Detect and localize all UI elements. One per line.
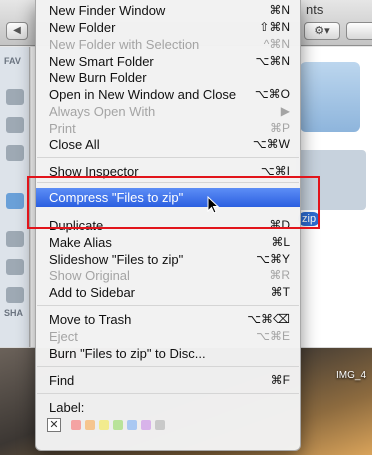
highlight-annotation-box [27, 176, 320, 229]
menu-item-shortcut: ⌥⌘O [254, 87, 290, 101]
menu-item-label: New Folder with Selection [49, 37, 200, 52]
menu-item-shortcut: ⌥⌘W [252, 137, 290, 151]
window-title-fragment: nts [306, 2, 324, 17]
menu-item-print: Print ⌘P [36, 120, 300, 137]
menu-item-shortcut: ^⌘N [263, 37, 290, 51]
submenu-arrow-icon: ▶ [280, 104, 290, 118]
menu-item-shortcut: ⌥⌘E [256, 329, 290, 343]
menu-item-shortcut: ⌘L [271, 235, 290, 249]
menu-item-label: Print [49, 121, 76, 136]
sidebar-shared-label: SHA [4, 308, 24, 318]
mouse-pointer-icon [207, 196, 220, 214]
menu-item-new-folder[interactable]: New Folder ⇧⌘N [36, 19, 300, 36]
sidebar-item-icon[interactable] [6, 231, 24, 247]
menu-separator [37, 393, 299, 394]
menu-item-label: Find [49, 373, 75, 388]
menu-item-slideshow[interactable]: Slideshow "Files to zip" ⌥⌘Y [36, 251, 300, 268]
sidebar-item-icon[interactable] [6, 287, 24, 303]
menu-item-shortcut: ⌘R [269, 268, 290, 282]
menu-item-new-smart-folder[interactable]: New Smart Folder ⌥⌘N [36, 53, 300, 70]
label-green-swatch[interactable] [113, 420, 123, 430]
menu-item-make-alias[interactable]: Make Alias ⌘L [36, 234, 300, 251]
label-none-swatch[interactable]: ✕ [47, 418, 61, 432]
menu-separator [37, 366, 299, 367]
menu-item-shortcut: ⌥⌘Y [256, 252, 290, 266]
menu-item-shortcut: ⇧⌘N [259, 20, 290, 34]
menu-item-new-folder-with-selection: New Folder with Selection ^⌘N [36, 36, 300, 53]
menu-item-label: Eject [49, 329, 78, 344]
menu-item-label: New Finder Window [49, 3, 166, 18]
back-button[interactable]: ◀ [6, 22, 28, 40]
menu-item-close-all[interactable]: Close All ⌥⌘W [36, 136, 300, 153]
finder-sidebar [0, 47, 30, 347]
sidebar-favorites-label: FAV [4, 56, 21, 66]
sidebar-item-icon[interactable] [6, 117, 24, 133]
menu-item-label: Close All [49, 137, 100, 152]
desktop-file-label[interactable]: IMG_4 [336, 370, 366, 381]
folder-icon[interactable] [300, 62, 360, 132]
label-blue-swatch[interactable] [127, 420, 137, 430]
sidebar-item-icon[interactable] [6, 89, 24, 105]
menu-separator [37, 305, 299, 306]
label-heading: Label: [49, 400, 85, 415]
menu-item-shortcut: ⌘P [269, 121, 290, 135]
label-purple-swatch[interactable] [141, 420, 151, 430]
menu-item-new-burn-folder[interactable]: New Burn Folder [36, 69, 300, 86]
menu-item-always-open-with: Always Open With ▶ [36, 103, 300, 120]
menu-item-label: New Folder [49, 20, 116, 35]
label-orange-swatch[interactable] [85, 420, 95, 430]
sidebar-item-icon[interactable] [6, 193, 24, 209]
menu-item-open-in-new-window-and-close[interactable]: Open in New Window and Close ⌥⌘O [36, 86, 300, 103]
menu-item-label: Make Alias [49, 235, 112, 250]
menu-item-add-to-sidebar[interactable]: Add to Sidebar ⌘T [36, 284, 300, 301]
menu-item-shortcut: ⌘F [270, 373, 290, 387]
menu-item-shortcut: ⌥⌘N [255, 54, 291, 68]
menu-item-label: Burn "Files to zip" to Disc... [49, 346, 206, 361]
menu-item-shortcut: ⌘N [269, 3, 290, 17]
sidebar-item-icon[interactable] [6, 259, 24, 275]
label-red-swatch[interactable] [71, 420, 81, 430]
sidebar-item-icon[interactable] [6, 145, 24, 161]
menu-item-find[interactable]: Find ⌘F [36, 372, 300, 389]
menu-item-eject: Eject ⌥⌘E [36, 328, 300, 345]
menu-item-new-finder-window[interactable]: New Finder Window ⌘N [36, 2, 300, 19]
menu-item-show-original: Show Original ⌘R [36, 267, 300, 284]
menu-item-label: Open in New Window and Close [49, 87, 237, 102]
menu-item-burn-to-disc[interactable]: Burn "Files to zip" to Disc... [36, 345, 300, 362]
action-button[interactable]: ⚙▾ [304, 22, 340, 40]
label-gray-swatch[interactable] [155, 420, 165, 430]
menu-item-label: Always Open With [49, 104, 156, 119]
menu-item-label: Slideshow "Files to zip" [49, 252, 184, 267]
menu-item-shortcut: ⌥⌘⌫ [247, 312, 290, 326]
menu-item-label: Move to Trash [49, 312, 132, 327]
arrange-button[interactable] [346, 22, 372, 40]
menu-label-heading-row: Label: [36, 399, 300, 416]
menu-item-label: New Burn Folder [49, 70, 147, 85]
menu-separator [37, 157, 299, 158]
label-yellow-swatch[interactable] [99, 420, 109, 430]
menu-item-label: Show Original [49, 268, 130, 283]
menu-item-move-to-trash[interactable]: Move to Trash ⌥⌘⌫ [36, 311, 300, 328]
menu-item-label: New Smart Folder [49, 54, 154, 69]
menu-item-shortcut: ⌘T [270, 285, 290, 299]
menu-item-label: Add to Sidebar [49, 285, 136, 300]
